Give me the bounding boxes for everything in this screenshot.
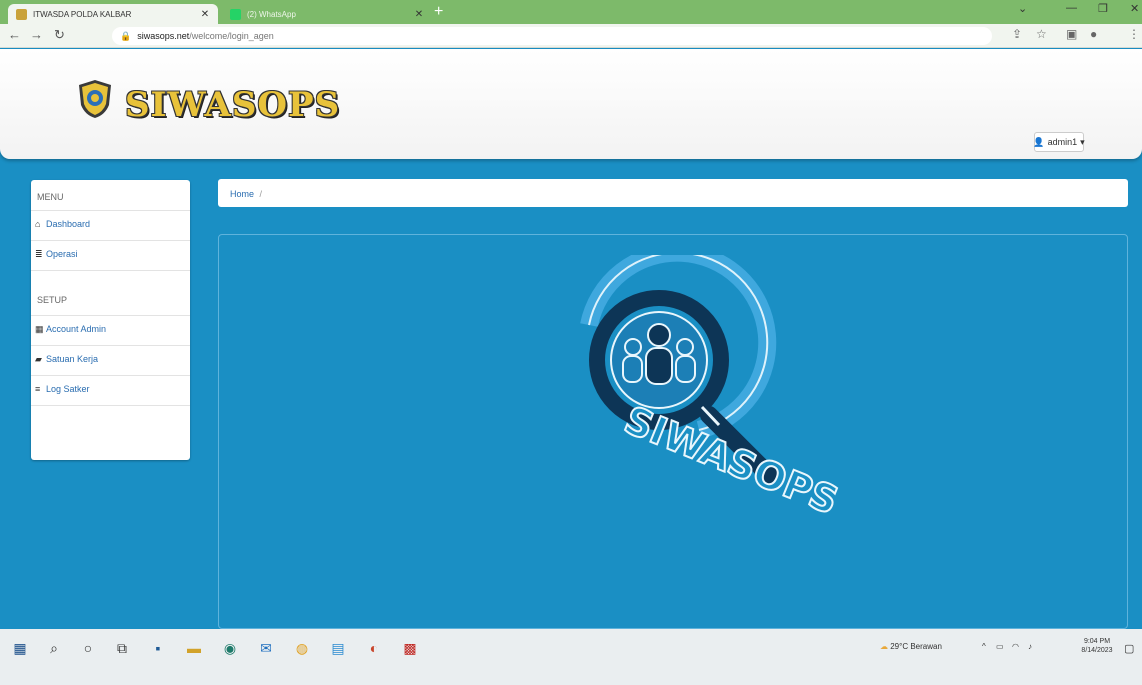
comment-icon: ▰ [35,354,42,364]
menu-heading: MENU [37,192,64,202]
sidebar-item-label: Operasi [46,249,78,259]
sidebar-item-operasi[interactable]: ≣ Operasi [31,240,190,270]
task-view-icon[interactable]: ⧉ [114,640,130,656]
volume-icon[interactable]: ♪ [1028,642,1032,651]
tray-overflow-icon[interactable]: ^ [982,642,986,651]
table-icon: ▦ [35,324,44,334]
reload-icon[interactable]: ↻ [54,27,65,43]
wifi-icon[interactable]: ◠ [1012,642,1019,651]
brand-title: SIWASOPS [125,85,341,125]
cortana-icon[interactable]: ○ [80,640,96,656]
search-icon[interactable]: ⌕ [46,640,62,656]
tab-title: ITWASDA POLDA KALBAR [33,9,132,19]
windows-taskbar: ▦ ⌕ ○ ⧉ ▪ ▬ ◉ ✉ ◍ ▤ ◐ ▩ ☁ 29°C Berawan ^… [0,629,1142,685]
system-clock[interactable]: 9:04 PM 8/14/2023 [1080,637,1114,655]
weather-cloud-icon: ☁ [880,642,888,651]
user-icon: 👤 [1033,136,1045,147]
close-window-icon[interactable]: ✕ [1130,2,1139,15]
main-content-panel: SIWASOPS [218,234,1128,629]
browser-tab-itwasda[interactable]: ITWASDA POLDA KALBAR ✕ [8,4,218,24]
log-icon: ≡ [35,384,41,394]
file-explorer-icon[interactable]: ▬ [186,640,202,656]
close-tab-icon[interactable]: ✕ [198,9,212,20]
word-app-icon[interactable]: ▤ [330,640,346,656]
close-tab-icon[interactable]: ✕ [412,9,426,20]
edge-browser-icon[interactable]: ◉ [222,640,238,656]
home-icon: ⌂ [35,219,41,229]
weather-widget[interactable]: ☁ 29°C Berawan [880,642,942,651]
network-icon[interactable]: ▭ [996,642,1004,651]
back-arrow-icon[interactable]: ← [8,27,21,42]
profile-avatar-icon[interactable]: ● [1090,27,1097,41]
whatsapp-favicon-icon [230,8,241,20]
acrobat-app-icon[interactable]: ▩ [402,640,418,656]
clock-time: 9:04 PM [1083,638,1111,645]
powerpoint-app-icon[interactable]: ◐ [366,640,382,656]
tab-search-icon[interactable]: ⌄ [1018,2,1027,15]
police-shield-logo [79,80,111,118]
sidebar-item-label: Log Satker [46,384,90,394]
sidebar: MENU ⌂ Dashboard ≣ Operasi SETUP ▦ Accou… [31,180,190,460]
address-bar[interactable]: 🔒 siwasops.net /welcome/login_agen [112,27,992,45]
breadcrumb-separator: / [259,189,263,199]
chrome-browser-icon[interactable]: ◍ [294,640,310,656]
address-path: /welcome/login_agen [189,31,274,41]
user-menu-button[interactable]: 👤 admin1 ▾ [1033,132,1085,152]
forward-arrow-icon[interactable]: → [30,27,43,42]
setup-heading: SETUP [37,295,68,305]
windows-start-icon[interactable]: ▦ [12,640,28,656]
share-icon[interactable]: ⇪ [1012,27,1022,41]
polda-favicon-icon [16,8,27,20]
address-host: siwasops.net [137,31,190,41]
lock-icon: 🔒 [120,30,132,41]
maximize-icon[interactable]: ❐ [1098,2,1108,15]
user-name: admin1 [1047,137,1078,147]
browser-toolbar: ← → ↻ 🔒 siwasops.net /welcome/login_agen… [0,24,1142,48]
browser-tab-whatsapp[interactable]: (2) WhatsApp ✕ [222,4,432,24]
minimize-icon[interactable]: — [1066,2,1077,14]
bookmark-star-icon[interactable]: ☆ [1036,27,1047,41]
sidebar-spacer: SETUP [31,270,190,315]
sidebar-item-label: Account Admin [46,324,107,334]
sidebar-item-account-admin[interactable]: ▦ Account Admin [31,315,190,345]
new-tab-icon[interactable]: + [434,3,443,21]
notification-icon[interactable]: ▢ [1124,642,1134,655]
sidebar-divider [31,405,190,406]
caret-down-icon: ▾ [1080,136,1085,147]
tab-title: (2) WhatsApp [247,9,296,19]
breadcrumb-home-link[interactable]: Home [230,189,254,199]
sidebar-item-label: Dashboard [46,219,91,229]
mail-app-icon[interactable]: ✉ [258,640,274,656]
sidebar-item-satuan-kerja[interactable]: ▰ Satuan Kerja [31,345,190,375]
calculator-app-icon[interactable]: ▪ [150,640,166,656]
clock-date: 8/14/2023 [1081,647,1113,654]
sidebar-item-dashboard[interactable]: ⌂ Dashboard [31,210,190,240]
breadcrumb: Home / [218,179,1128,207]
browser-menu-icon[interactable]: ⋮ [1128,27,1140,41]
siwasops-hero-logo: SIWASOPS [580,255,839,515]
sidepanel-icon[interactable]: ▣ [1066,27,1077,41]
browser-tab-strip: ITWASDA POLDA KALBAR ✕ (2) WhatsApp ✕ + … [0,0,1142,24]
weather-text: 29°C Berawan [890,642,942,651]
list-icon: ≣ [35,249,43,259]
sidebar-item-label: Satuan Kerja [46,354,99,364]
site-header: SIWASOPS [0,49,1142,159]
sidebar-item-log-satker[interactable]: ≡ Log Satker [31,375,190,405]
